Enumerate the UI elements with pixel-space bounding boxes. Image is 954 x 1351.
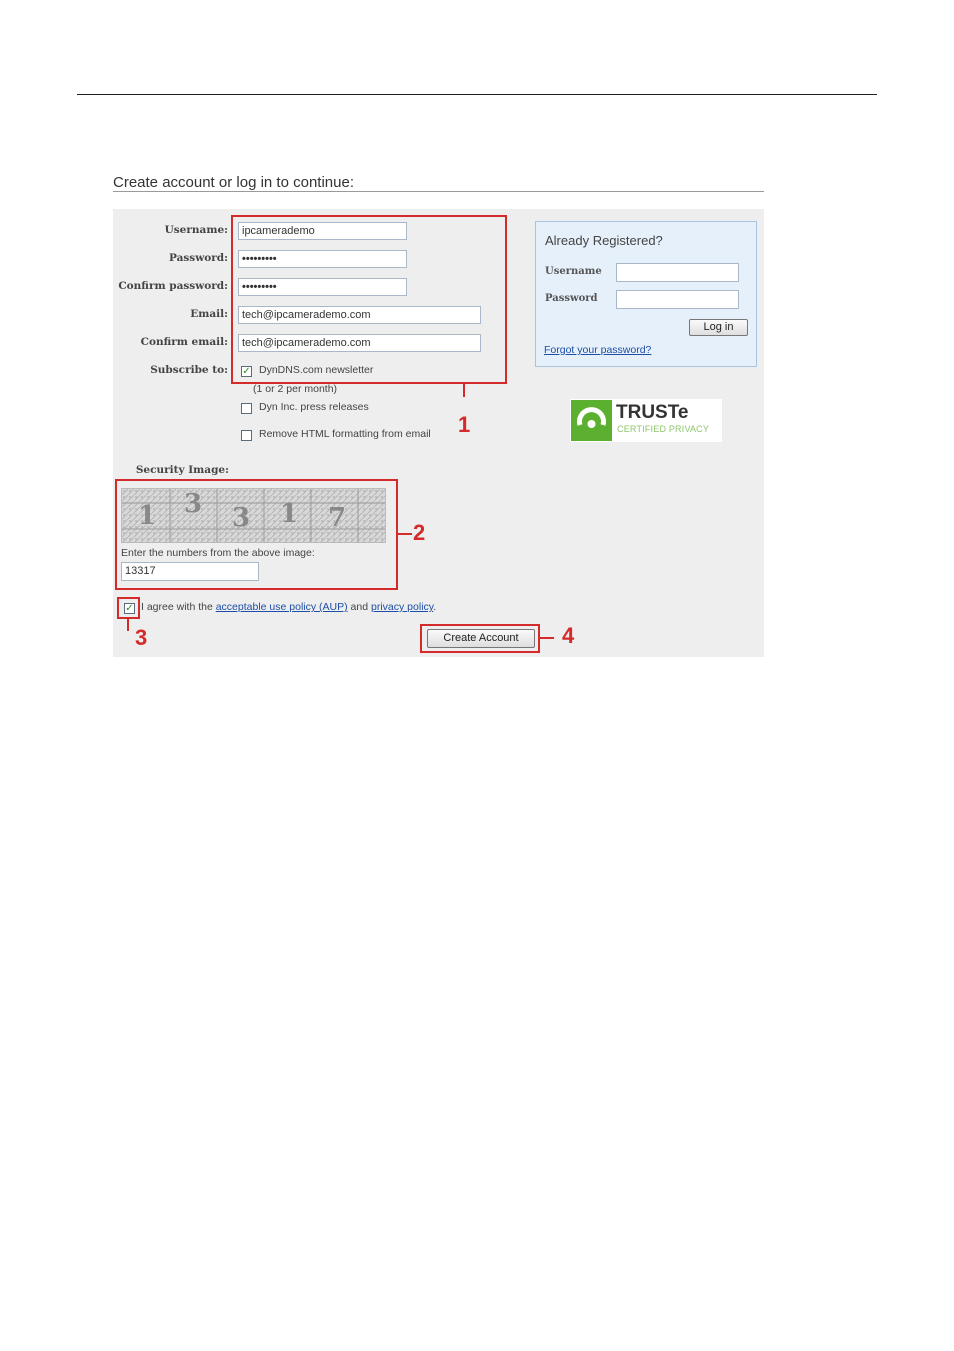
- login-button[interactable]: Log in: [689, 319, 748, 336]
- agree-text-before: I agree with the: [141, 601, 213, 613]
- annotation-box-4: [420, 624, 540, 653]
- annotation-marker-1: 1: [458, 412, 471, 437]
- annotation-connector-4: [540, 637, 554, 639]
- annotation-box-1: [231, 215, 507, 384]
- annotation-box-3: [117, 597, 140, 619]
- login-password-field[interactable]: [616, 290, 739, 309]
- login-username-field[interactable]: [616, 263, 739, 282]
- login-password-label: Password: [545, 293, 598, 304]
- press-releases-option-label: Dyn Inc. press releases: [259, 401, 369, 413]
- username-label: Username:: [164, 224, 228, 236]
- annotation-marker-3: 3: [135, 625, 148, 650]
- confirm-email-label: Confirm email:: [140, 336, 228, 348]
- password-label: Password:: [168, 252, 228, 264]
- agree-text: I agree with the acceptable use policy (…: [141, 601, 436, 613]
- truste-name: TRUSTe: [616, 402, 689, 423]
- truste-logo-icon: [571, 400, 612, 441]
- page-heading: Create account or log in to continue:: [113, 174, 354, 191]
- privacy-policy-link[interactable]: privacy policy: [371, 601, 433, 613]
- annotation-box-2: [115, 479, 398, 590]
- annotation-marker-2: 2: [413, 520, 426, 545]
- press-releases-checkbox[interactable]: [241, 403, 252, 414]
- newsletter-frequency-note: (1 or 2 per month): [253, 383, 338, 395]
- forgot-password-link[interactable]: Forgot your password?: [544, 344, 651, 356]
- confirm-password-label: Confirm password:: [118, 280, 228, 292]
- subscribe-label: Subscribe to:: [150, 364, 228, 376]
- annotation-connector-2: [398, 533, 412, 535]
- security-image-label: Security Image:: [135, 464, 229, 476]
- remove-html-checkbox[interactable]: [241, 430, 252, 441]
- agree-period: .: [433, 601, 437, 613]
- heading-divider: [113, 191, 764, 192]
- login-username-label: Username: [545, 266, 602, 277]
- truste-subtitle: CERTIFIED PRIVACY: [617, 424, 710, 434]
- remove-html-option-label: Remove HTML formatting from email: [259, 428, 431, 440]
- page-header-rule: [77, 94, 877, 95]
- email-label: Email:: [190, 308, 228, 320]
- truste-badge[interactable]: TRUSTe CERTIFIED PRIVACY: [570, 399, 722, 442]
- login-title: Already Registered?: [545, 233, 663, 248]
- annotation-connector-3: [127, 619, 129, 631]
- aup-link[interactable]: acceptable use policy (AUP): [216, 601, 348, 613]
- login-box: Already Registered? Username Password Lo…: [535, 221, 757, 367]
- agree-and: and: [350, 601, 369, 613]
- annotation-marker-4: 4: [562, 623, 575, 648]
- annotation-connector-1: [463, 383, 465, 397]
